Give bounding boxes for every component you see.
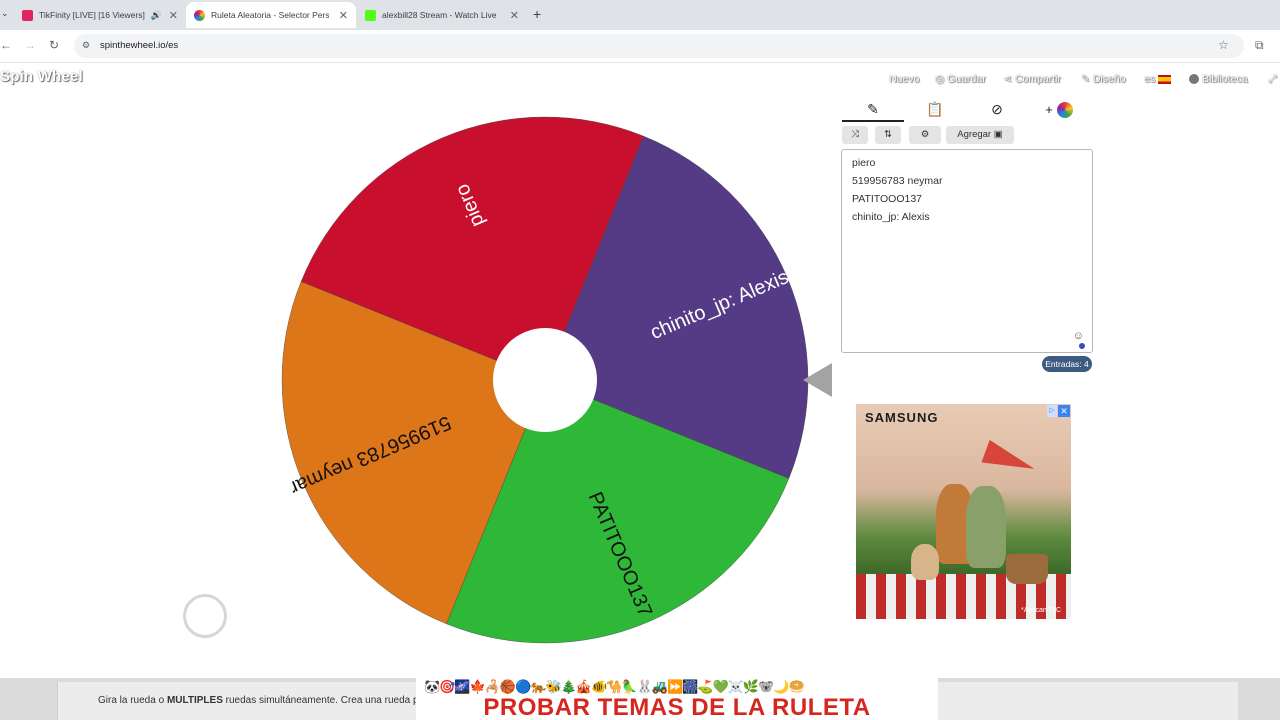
ad-person-image bbox=[966, 486, 1006, 568]
emoji-icon[interactable]: ☺ bbox=[1073, 330, 1084, 342]
paraglider-image bbox=[981, 439, 1039, 481]
entry-line: 519956783 neymar bbox=[852, 175, 943, 187]
advanced-button[interactable]: ⚙ bbox=[909, 126, 941, 144]
ad-info-icon[interactable]: ▷ bbox=[1047, 405, 1057, 417]
eye-off-icon: ⊘ bbox=[991, 101, 1003, 117]
editor-tabs: ✎ 📋 ⊘ + bbox=[842, 98, 1094, 122]
edit-icon: ✎ bbox=[867, 101, 879, 117]
ad-close-icon[interactable]: ✕ bbox=[1058, 405, 1070, 417]
image-icon: ▣ bbox=[993, 129, 1003, 140]
color-wheel-icon bbox=[1056, 102, 1073, 119]
tab-add-wheel[interactable]: + bbox=[1028, 98, 1090, 120]
clipboard-icon: 📋 bbox=[926, 101, 944, 117]
footer-text-suffix: ruedas simultáneamente. Crea una rueda p… bbox=[222, 695, 416, 706]
shuffle-button[interactable]: ⤨ bbox=[842, 126, 868, 144]
tab-results[interactable]: 📋 bbox=[904, 98, 966, 120]
sort-icon: ⇅ bbox=[884, 129, 892, 140]
tab-hidden-entries[interactable]: ⊘ bbox=[966, 98, 1028, 120]
entry-line: chinito_jp: Alexis bbox=[852, 211, 930, 223]
sort-button[interactable]: ⇅ bbox=[875, 126, 901, 144]
ad-brand: SAMSUNG bbox=[865, 410, 939, 425]
add-image-button[interactable]: Agregar ▣ bbox=[946, 126, 1014, 144]
wheel-center-hole[interactable] bbox=[493, 328, 597, 432]
footer-text-prefix: Gira la rueda o bbox=[98, 695, 167, 706]
themes-banner[interactable]: 🐼🎯🌌🍁🦂🏀🔵🐅🐝🎄🎪🐠🐪🦜🐰🚜⏩🎆⛳💚☠️🌿🐨🌙🥯 PROBAR TEMAS … bbox=[416, 676, 938, 720]
wheel-pointer bbox=[803, 363, 832, 397]
samsung-ad[interactable]: SAMSUNG ▷ ✕ *Aplican TyC bbox=[856, 404, 1071, 619]
shuffle-icon: ⤨ bbox=[851, 129, 859, 140]
gear-icon: ⚙ bbox=[920, 129, 930, 140]
grammar-dot-icon bbox=[1079, 343, 1085, 349]
pug-image bbox=[911, 544, 939, 580]
banner-emoji-row: 🐼🎯🌌🍁🦂🏀🔵🐅🐝🎄🎪🐠🐪🦜🐰🚜⏩🎆⛳💚☠️🌿🐨🌙🥯 bbox=[424, 679, 805, 694]
footer-description: Gira la rueda o MÚLTIPLES ruedas simultá… bbox=[98, 695, 416, 706]
entries-textarea[interactable]: piero 519956783 neymar PATITOOO137 chini… bbox=[841, 149, 1093, 353]
banner-title: PROBAR TEMAS DE LA RULETA bbox=[483, 694, 871, 720]
loading-spinner-icon bbox=[183, 594, 227, 638]
entries-count-badge: Entradas: 4 bbox=[1042, 356, 1092, 372]
footer-text-bold: MÚLTIPLES bbox=[166, 695, 223, 706]
ad-disclaimer: *Aplican TyC bbox=[1021, 607, 1061, 614]
tab-edit-entries[interactable]: ✎ bbox=[842, 98, 904, 122]
add-label: Agregar bbox=[957, 129, 992, 140]
entry-line: PATITOOO137 bbox=[852, 193, 923, 205]
picnic-basket-image bbox=[1006, 554, 1048, 584]
plus-icon: + bbox=[1045, 102, 1053, 117]
entry-line: piero bbox=[852, 157, 876, 169]
